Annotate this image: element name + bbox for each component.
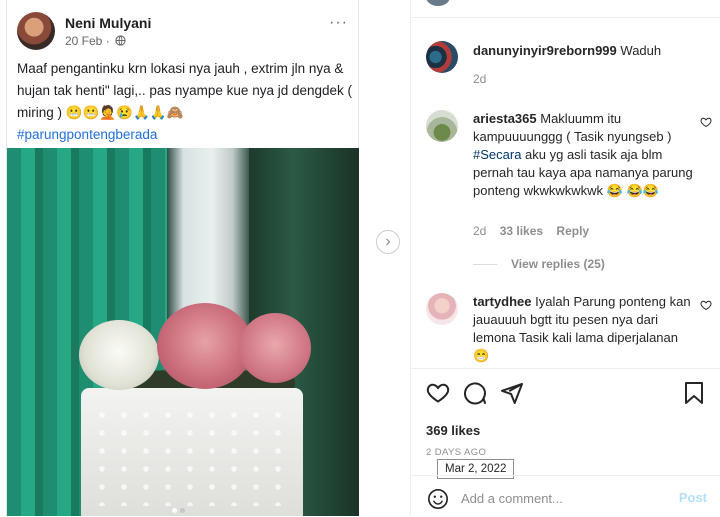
comment-likes[interactable]: 33 likes <box>500 224 543 238</box>
post-image: Neni Mulyani 20 Feb · ··· Maaf pengantin… <box>0 0 410 516</box>
fb-post-header: Neni Mulyani 20 Feb · ··· <box>17 12 350 52</box>
comment-meta: 2d <box>473 72 496 86</box>
cake-pearls <box>91 406 291 506</box>
globe-icon <box>115 35 126 46</box>
reply-button[interactable]: Reply <box>556 224 589 238</box>
comment-body: danunyinyir9reborn999 Waduh <box>473 42 713 60</box>
comment-time[interactable]: 2d <box>473 72 486 86</box>
likes-count[interactable]: 369 likes <box>426 423 480 438</box>
white-rose <box>79 320 159 390</box>
fb-author-name: Neni Mulyani <box>65 15 152 31</box>
heart-icon[interactable] <box>426 381 450 405</box>
cake-photo <box>7 148 359 516</box>
fb-post-body: Maaf pengantinku krn lokasi nya jauh , e… <box>17 61 353 120</box>
comment-time[interactable]: 2d <box>473 224 486 238</box>
comment-body: tartydhee Iyalah Parung ponteng kan jaua… <box>473 293 695 365</box>
carousel-indicator <box>170 500 186 516</box>
pink-rose <box>239 313 311 383</box>
avatar[interactable] <box>426 293 458 325</box>
view-replies-label: View replies (25) <box>511 257 605 271</box>
avatar[interactable] <box>426 41 458 73</box>
chevron-right-icon[interactable]: › <box>376 230 400 254</box>
comment-body: ariesta365 Makluumm itu kampuuuunggg ( T… <box>473 110 695 200</box>
carousel-dot <box>179 508 185 513</box>
comment-username[interactable]: tartydhee <box>473 294 532 309</box>
comment-text: Waduh <box>620 43 662 58</box>
fb-time-label: 20 Feb · <box>65 34 110 48</box>
panel-top-strip <box>411 0 720 18</box>
carousel-dot-active <box>171 508 177 513</box>
more-options-icon: ··· <box>329 14 348 31</box>
avatar[interactable] <box>426 0 450 6</box>
facebook-post-screenshot: Neni Mulyani 20 Feb · ··· Maaf pengantin… <box>6 0 359 516</box>
heart-icon[interactable] <box>700 116 712 131</box>
comment-icon[interactable] <box>463 381 487 405</box>
view-replies-button[interactable]: View replies (25) <box>473 257 605 271</box>
divider <box>473 264 497 266</box>
heart-icon[interactable] <box>700 299 712 314</box>
comment-hashtag[interactable]: #Secara <box>473 147 521 162</box>
comments-panel: danunyinyir9reborn999 Waduh 2d ariesta36… <box>410 0 720 516</box>
fb-post-hashtag: #parungpontengberada <box>17 127 158 142</box>
share-icon[interactable] <box>500 381 524 405</box>
post-comment-button[interactable]: Post <box>679 490 707 505</box>
add-comment-bar: Post <box>411 475 720 517</box>
avatar[interactable] <box>426 110 458 142</box>
emoji-icon[interactable] <box>427 488 449 510</box>
post-actions: 369 likes 2 DAYS AGO Mar 2, 2022 Post <box>411 368 720 516</box>
fb-post-text: Maaf pengantinku krn lokasi nya jauh , e… <box>17 58 352 146</box>
comment-meta: 2d 33 likes Reply <box>473 224 599 238</box>
bookmark-icon[interactable] <box>683 381 707 405</box>
fb-author-avatar <box>17 12 55 50</box>
comment-username[interactable]: danunyinyir9reborn999 <box>473 43 617 58</box>
comment-input[interactable] <box>461 486 661 510</box>
post-date[interactable]: 2 DAYS AGO <box>426 447 486 458</box>
fb-post-time: 20 Feb · <box>65 34 126 48</box>
comment-username[interactable]: ariesta365 <box>473 111 537 126</box>
